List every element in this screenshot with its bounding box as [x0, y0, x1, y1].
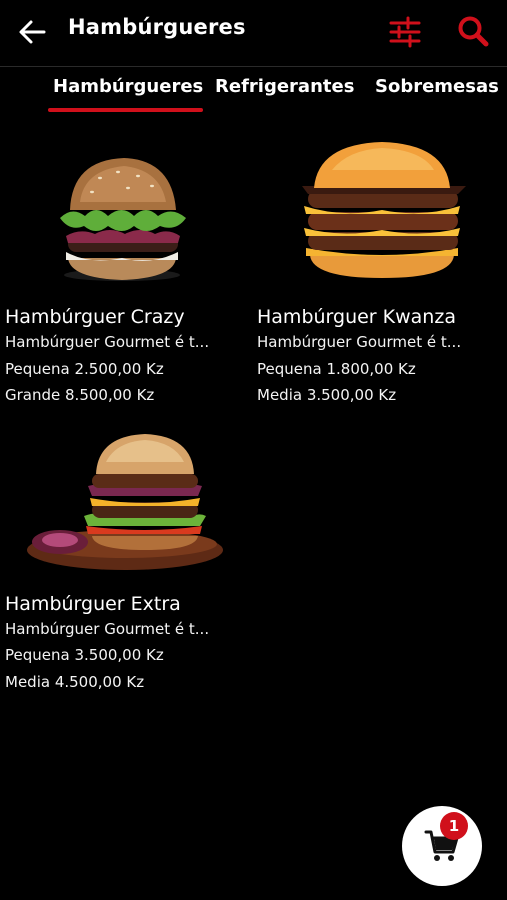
arrow-left-icon[interactable] — [16, 16, 48, 48]
active-tab-indicator — [48, 108, 203, 112]
sliders-icon[interactable] — [388, 16, 422, 48]
tab-sobremesas[interactable]: Sobremesas — [375, 76, 499, 97]
product-price-medium: Media 4.500,00 Kz — [5, 673, 145, 691]
burger-extra-image — [27, 434, 223, 570]
product-description: Hambúrguer Gourmet é t... — [257, 333, 462, 351]
product-description: Hambúrguer Gourmet é t... — [5, 333, 210, 351]
product-description: Hambúrguer Gourmet é t... — [5, 620, 210, 638]
product-name: Hambúrguer Crazy — [5, 306, 185, 328]
tab-hamburgueres[interactable]: Hambúrgueres — [53, 76, 203, 97]
product-price-small: Pequena 3.500,00 Kz — [5, 646, 164, 664]
product-price-small: Pequena 1.800,00 Kz — [257, 360, 416, 378]
app-bar: Hambúrgueres — [0, 0, 507, 64]
burger-crazy-image — [60, 158, 186, 281]
category-tabs: Hambúrgueres Refrigerantes Sobremesas — [0, 70, 507, 114]
product-name: Hambúrguer Kwanza — [257, 306, 456, 328]
product-price-medium: Media 3.500,00 Kz — [257, 386, 397, 404]
product-name: Hambúrguer Extra — [5, 593, 181, 615]
product-price-small: Pequena 2.500,00 Kz — [5, 360, 164, 378]
product-price-large: Grande 8.500,00 Kz — [5, 386, 155, 404]
tab-refrigerantes[interactable]: Refrigerantes — [215, 76, 354, 97]
cart-count-badge: 1 — [440, 812, 468, 840]
search-icon[interactable] — [456, 14, 490, 48]
header-divider — [0, 66, 507, 67]
burger-kwanza-image — [302, 142, 466, 278]
page-title: Hambúrgueres — [68, 15, 246, 39]
